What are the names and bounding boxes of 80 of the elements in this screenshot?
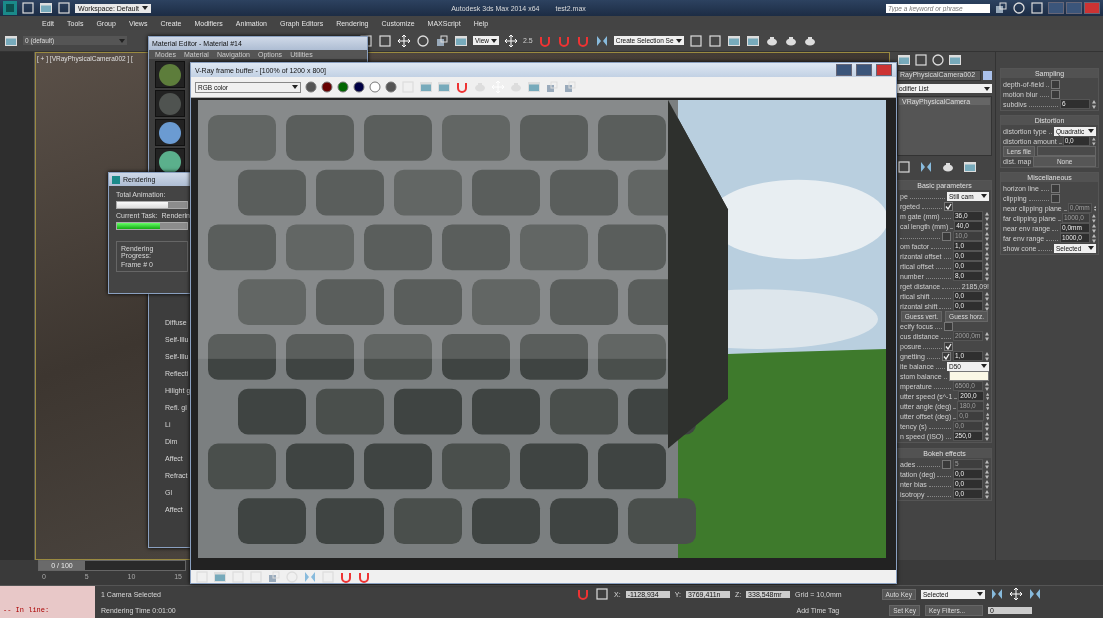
rotate-icon[interactable] (416, 33, 430, 48)
spinner-arrows-icon[interactable] (985, 241, 989, 251)
color-swatch[interactable] (949, 371, 989, 381)
spinner-arrows-icon[interactable] (985, 381, 989, 391)
caret-icon (1088, 129, 1094, 133)
spinner-arrows-icon[interactable] (1092, 233, 1096, 243)
checkbox[interactable] (1051, 79, 1060, 89)
window-icon[interactable] (948, 53, 962, 67)
square-icon[interactable] (249, 569, 263, 584)
spinner-arrows-icon[interactable] (985, 221, 989, 231)
spinner-arrows-icon[interactable] (985, 431, 989, 441)
window-icon[interactable] (745, 33, 760, 48)
square-icon[interactable] (195, 569, 209, 584)
square-icon[interactable] (897, 160, 911, 174)
checkbox[interactable] (944, 201, 953, 211)
spinner-arrows-icon[interactable] (985, 251, 989, 261)
window-icon[interactable] (963, 160, 977, 174)
checkbox[interactable] (1051, 89, 1060, 99)
move-icon[interactable] (397, 33, 411, 48)
circle-icon[interactable] (369, 81, 381, 93)
spinner-arrows-icon[interactable] (1092, 99, 1096, 109)
channel-toggle-icon[interactable] (337, 81, 349, 93)
checkbox[interactable] (944, 341, 953, 351)
spinner-arrows-icon[interactable] (1092, 213, 1096, 223)
circle-icon[interactable] (305, 81, 317, 93)
spinner-arrows-icon[interactable] (985, 271, 989, 281)
app-logo-icon (112, 175, 120, 184)
object-color-swatch[interactable] (983, 71, 992, 80)
spinner-arrows-icon[interactable] (985, 231, 989, 241)
spinner-arrows-icon[interactable] (985, 421, 989, 431)
spinner-arrows-icon[interactable] (985, 391, 989, 401)
spinner-arrows-icon[interactable] (985, 211, 989, 221)
channel-toggle-icon[interactable] (321, 81, 333, 93)
caret-icon (981, 364, 987, 368)
scale-icon[interactable] (994, 1, 1008, 15)
scale-icon[interactable] (267, 569, 281, 584)
caret-icon (984, 86, 990, 91)
rotate-icon[interactable] (1012, 1, 1026, 15)
channel-toggle-icon[interactable] (353, 81, 365, 93)
square-icon[interactable] (231, 569, 245, 584)
caret-icon (491, 38, 497, 43)
caret-icon (1088, 246, 1094, 250)
checkbox[interactable] (942, 351, 951, 361)
move-icon[interactable] (504, 33, 518, 48)
caret-icon (292, 85, 298, 89)
window-icon[interactable] (39, 1, 53, 15)
window-icon[interactable] (454, 33, 468, 48)
spinner-arrows-icon[interactable] (985, 261, 989, 271)
rotate-icon[interactable] (931, 53, 945, 67)
checkbox[interactable] (944, 321, 953, 331)
spinner-arrows-icon[interactable] (1093, 203, 1096, 213)
caret-icon (981, 194, 987, 198)
rotate-icon[interactable] (285, 569, 299, 584)
window-icon[interactable] (897, 53, 911, 67)
spinner-arrows-icon[interactable] (1092, 223, 1096, 233)
lens-file-field[interactable] (1037, 146, 1096, 156)
caret-icon (675, 38, 682, 43)
window-icon[interactable] (213, 569, 227, 584)
spinner-arrows-icon[interactable] (985, 489, 989, 499)
spinner-arrows-icon[interactable] (985, 459, 989, 469)
checkbox[interactable] (1051, 183, 1060, 193)
spinner-arrows-icon[interactable] (985, 331, 989, 341)
teapot-icon[interactable] (941, 160, 955, 174)
checkbox[interactable] (1051, 193, 1060, 203)
window-icon[interactable] (4, 33, 18, 48)
spinner-arrows-icon[interactable] (985, 351, 989, 361)
caret-icon (141, 6, 148, 10)
move-icon[interactable] (1009, 587, 1023, 601)
caret-icon (119, 38, 125, 43)
spinner-arrows-icon[interactable] (985, 479, 989, 489)
square-icon[interactable] (321, 569, 335, 584)
spinner-arrows-icon[interactable] (985, 411, 989, 421)
caret-icon (977, 592, 983, 596)
spinner-arrows-icon[interactable] (985, 291, 989, 301)
window-icon[interactable] (726, 33, 741, 48)
spinner-arrows-icon[interactable] (985, 469, 989, 479)
spinner-arrows-icon[interactable] (1092, 136, 1096, 146)
spinner-arrows-icon[interactable] (985, 301, 989, 311)
circle-icon[interactable] (385, 81, 397, 93)
spinner-arrows-icon[interactable] (985, 401, 989, 411)
